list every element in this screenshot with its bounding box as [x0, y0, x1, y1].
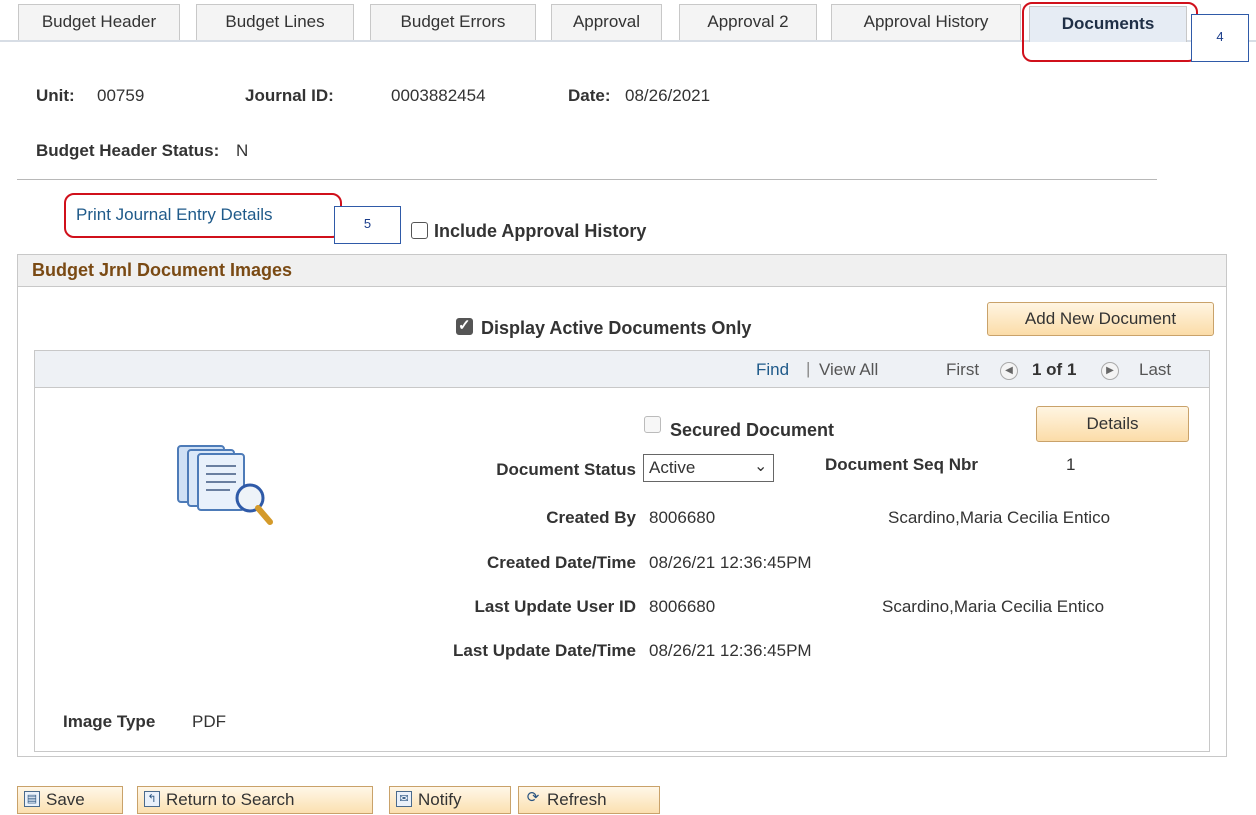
document-status-label: Document Status: [496, 460, 636, 479]
return-to-search-icon: ↰: [144, 790, 160, 807]
created-by-label: Created By: [546, 508, 636, 527]
tab-highlight-box: [1022, 2, 1198, 62]
chevron-down-icon: ⌄: [754, 458, 768, 475]
document-images-panel-header: Budget Jrnl Document Images: [17, 254, 1227, 287]
created-datetime-value: 08/26/21 12:36:45PM: [649, 553, 812, 572]
budget-header-status-value: N: [236, 141, 249, 160]
save-label: Save: [46, 790, 85, 809]
display-active-only-checkbox[interactable]: ✓: [456, 317, 473, 335]
details-button[interactable]: Details: [1036, 406, 1189, 442]
created-by-name: Scardino,Maria Cecilia Entico: [888, 508, 1111, 527]
step-number: 4: [1216, 29, 1224, 44]
refresh-button[interactable]: ⟳ Refresh: [518, 786, 660, 814]
date-label: Date:: [568, 86, 611, 105]
tab-bar: Budget Header Budget Lines Budget Errors…: [0, 0, 1256, 62]
journal-id-value: 0003882454: [391, 86, 486, 105]
include-approval-history-checkbox[interactable]: [411, 222, 428, 239]
tab-approval-2[interactable]: Approval 2: [679, 4, 817, 40]
tab-label: Budget Errors: [400, 12, 506, 31]
created-by-id: 8006680: [649, 508, 716, 527]
previous-icon[interactable]: ◀: [1000, 362, 1018, 380]
next-icon[interactable]: ▶: [1101, 362, 1119, 380]
return-to-search-label: Return to Search: [166, 790, 295, 809]
budget-header-status-label: Budget Header Status:: [36, 141, 220, 160]
tab-label: Approval History: [863, 12, 989, 31]
save-button[interactable]: ▤ Save: [17, 786, 123, 814]
add-new-document-button[interactable]: Add New Document: [987, 302, 1214, 336]
refresh-label: Refresh: [547, 790, 607, 809]
view-all-link[interactable]: View All: [819, 360, 878, 380]
date-value: 08/26/2021: [625, 86, 711, 105]
tab-label: Budget Lines: [225, 12, 325, 31]
last-update-user-name: Scardino,Maria Cecilia Entico: [882, 597, 1105, 616]
document-image-icon[interactable]: [170, 440, 280, 530]
tab-budget-header[interactable]: Budget Header: [18, 4, 180, 40]
step-number-badge: 5: [334, 206, 401, 244]
check-icon: ✓: [458, 317, 471, 334]
divider: [17, 179, 1157, 180]
journal-id-label: Journal ID:: [245, 86, 334, 105]
tab-label: Approval: [572, 12, 641, 31]
last-update-user-id: 8006680: [649, 597, 716, 616]
notify-button[interactable]: ✉ Notify: [389, 786, 511, 814]
unit-label: Unit:: [36, 86, 75, 105]
first-link[interactable]: First: [946, 360, 979, 380]
document-record: [34, 350, 1210, 752]
document-seq-nbr-label: Document Seq Nbr: [825, 455, 979, 474]
created-datetime-label: Created Date/Time: [487, 553, 636, 572]
last-update-user-label: Last Update User ID: [474, 597, 636, 616]
find-link[interactable]: Find: [756, 360, 789, 380]
last-link[interactable]: Last: [1139, 360, 1171, 380]
tab-budget-lines[interactable]: Budget Lines: [196, 4, 354, 40]
document-status-select[interactable]: Active ⌄: [643, 454, 774, 482]
tab-budget-errors[interactable]: Budget Errors: [370, 4, 536, 40]
display-active-only-label: Display Active Documents Only: [481, 318, 752, 338]
secured-document-checkbox[interactable]: [644, 416, 661, 433]
notify-icon: ✉: [396, 790, 412, 807]
document-seq-nbr-value: 1: [1066, 455, 1076, 474]
nav-separator: |: [806, 359, 811, 378]
step-number: 5: [363, 216, 372, 231]
save-icon: ▤: [24, 790, 40, 807]
tab-label: Budget Header: [41, 12, 157, 31]
row-count: 1 of 1: [1032, 360, 1077, 379]
panel-title: Budget Jrnl Document Images: [32, 260, 293, 280]
step-number-badge: 4: [1191, 14, 1249, 62]
include-approval-history-label: Include Approval History: [434, 221, 647, 241]
notify-label: Notify: [418, 790, 462, 809]
last-update-datetime-value: 08/26/21 12:36:45PM: [649, 641, 812, 660]
print-highlight-box: [64, 193, 342, 238]
image-type-value: PDF: [192, 712, 226, 731]
refresh-icon: ⟳: [526, 788, 540, 806]
document-status-value: Active: [649, 458, 696, 477]
tab-label: Approval 2: [707, 12, 789, 31]
return-to-search-button[interactable]: ↰ Return to Search: [137, 786, 373, 814]
secured-document-label: Secured Document: [670, 420, 835, 440]
image-type-label: Image Type: [63, 712, 156, 731]
tab-approval-history[interactable]: Approval History: [831, 4, 1021, 40]
last-update-datetime-label: Last Update Date/Time: [453, 641, 636, 660]
tab-approval[interactable]: Approval: [551, 4, 662, 40]
unit-value: 00759: [97, 86, 145, 105]
